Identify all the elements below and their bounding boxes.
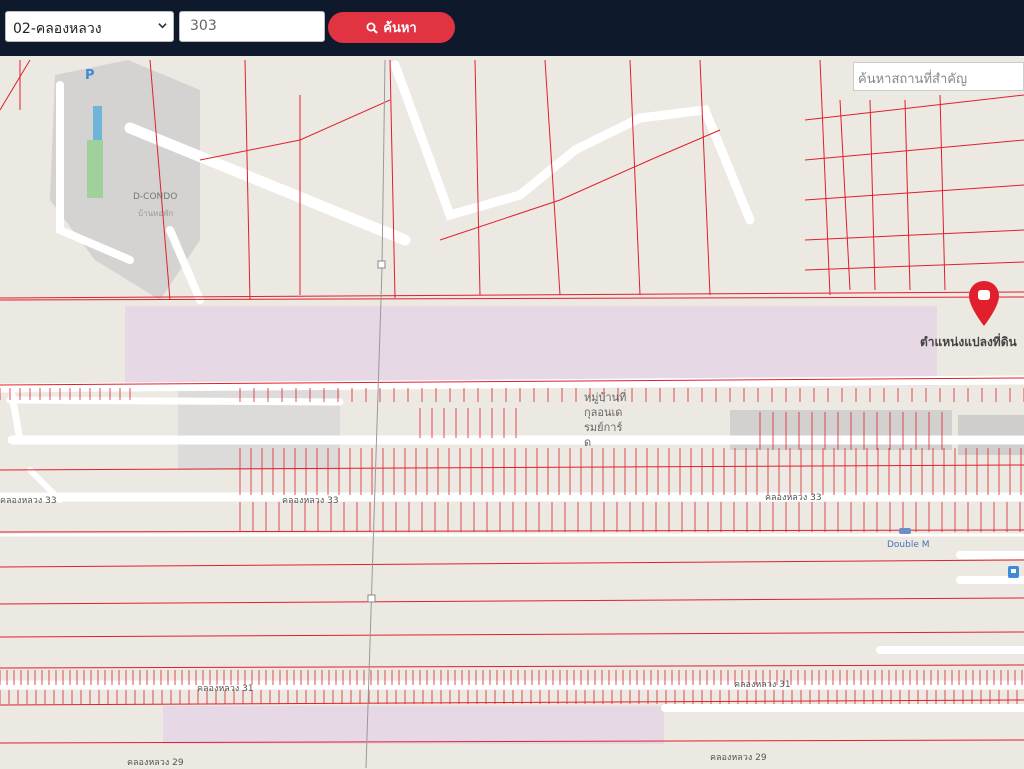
poi-label: Double M bbox=[887, 540, 930, 550]
chevron-down-icon bbox=[158, 23, 167, 29]
search-button-label: ค้นหา bbox=[383, 21, 417, 36]
road-label: คลองหลวง 33 bbox=[282, 496, 339, 506]
road-label: คลองหลวง 29 bbox=[710, 753, 767, 763]
place-search-placeholder: ค้นหาสถานที่สำคัญ bbox=[858, 72, 968, 87]
map-label-village: หมู่บ้านที่ กุลอนเด รมย์การ์ ด bbox=[584, 390, 626, 450]
boundary-marker bbox=[367, 594, 376, 603]
zone-area bbox=[163, 706, 664, 744]
road-label: คลองหลวง 29 bbox=[127, 758, 184, 768]
parcel-number-value: 303 bbox=[190, 18, 217, 34]
district-select-value: 02-คลองหลวง bbox=[13, 21, 102, 37]
parcel-number-input[interactable]: 303 bbox=[179, 11, 325, 42]
village-line: รมย์การ์ bbox=[584, 421, 623, 434]
marker-label: ตำแหน่งแปลงที่ดิน bbox=[920, 335, 1017, 349]
svg-text:P: P bbox=[85, 68, 95, 83]
built-area bbox=[958, 415, 1024, 455]
boundary-marker bbox=[377, 260, 386, 269]
fuel-icon bbox=[1008, 566, 1019, 578]
district-select[interactable]: 02-คลองหลวง bbox=[5, 11, 174, 42]
road-label: คลองหลวง 31 bbox=[734, 680, 791, 690]
top-toolbar: 02-คลองหลวง 303 ค้นหา bbox=[0, 0, 1024, 56]
map-label-condo: D-CONDO bbox=[133, 192, 178, 202]
search-button[interactable]: ค้นหา bbox=[328, 12, 455, 43]
shop-icon bbox=[899, 528, 911, 534]
map-canvas[interactable]: P bbox=[0, 56, 1024, 768]
village-line: กุลอนเด bbox=[584, 406, 623, 419]
road-label: คลองหลวง 33 bbox=[765, 493, 822, 503]
parking-icon: P bbox=[85, 68, 95, 83]
green-area bbox=[87, 140, 103, 198]
place-search-input[interactable]: ค้นหาสถานที่สำคัญ bbox=[853, 62, 1024, 91]
search-icon bbox=[366, 22, 378, 34]
road-label: คลองหลวง 33 bbox=[0, 496, 57, 506]
road-label: คลองหลวง 31 bbox=[197, 684, 254, 694]
village-line: ด bbox=[584, 436, 592, 449]
map-label-condo-sub: บ้านหอพัก bbox=[138, 209, 174, 218]
village-line: หมู่บ้านที่ bbox=[584, 391, 627, 404]
zone-area bbox=[125, 306, 937, 386]
location-pin-icon[interactable] bbox=[967, 280, 1001, 328]
